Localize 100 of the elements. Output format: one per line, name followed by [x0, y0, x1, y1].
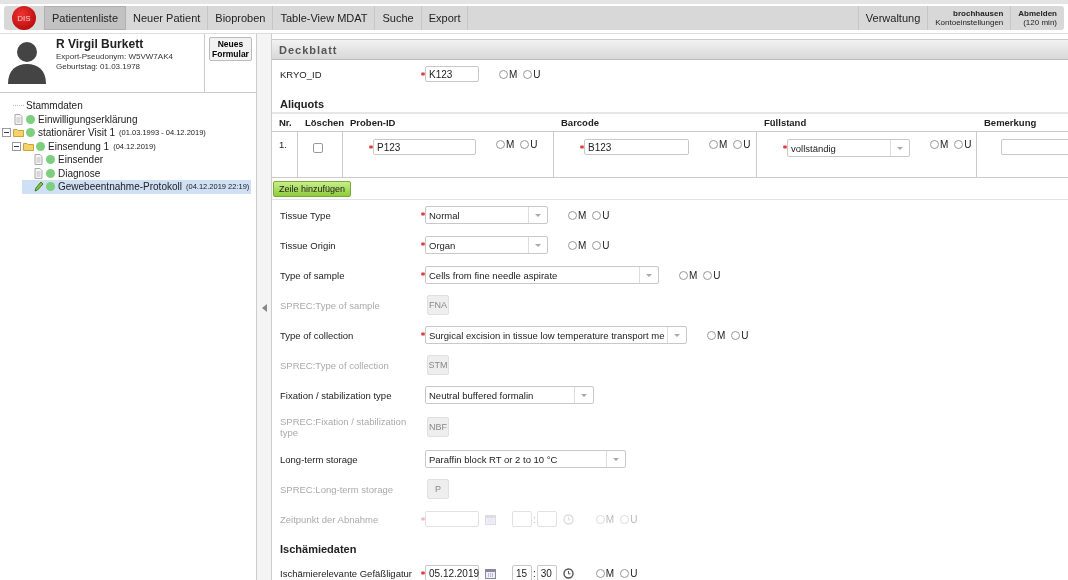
- code-field: STM: [427, 355, 449, 375]
- nav-tab[interactable]: Verwaltung: [857, 6, 928, 30]
- nav-tab[interactable]: Patientenliste: [44, 6, 127, 30]
- app-logo[interactable]: DIS: [12, 6, 36, 30]
- date-field[interactable]: [425, 511, 479, 527]
- field-label: Type of collection: [280, 329, 355, 341]
- pencil-icon: [33, 181, 44, 193]
- radio-button[interactable]: M: [930, 139, 949, 150]
- collapse-icon[interactable]: [2, 128, 11, 138]
- table-cell: 1.: [279, 139, 287, 150]
- column-header: Proben-ID: [349, 117, 397, 128]
- radio-button[interactable]: M: [679, 269, 698, 281]
- radio-button[interactable]: U: [620, 567, 638, 579]
- text-field[interactable]: P123: [373, 139, 476, 155]
- document-icon: [33, 167, 44, 179]
- text-field[interactable]: K123: [425, 66, 479, 82]
- code-field: NBF: [427, 417, 449, 437]
- field-label: Ischämierelevante Gefäßligatur: [280, 567, 413, 579]
- logout-button[interactable]: Abmelden (120 min): [1010, 6, 1064, 30]
- collapse-arrow-icon[interactable]: [261, 304, 267, 312]
- field-label: SPREC:Fixation / stabilization type: [280, 416, 408, 438]
- tree-item[interactable]: Diagnose: [22, 166, 256, 180]
- add-row-button[interactable]: Zeile hinzufügen: [273, 181, 352, 197]
- folder-icon: [13, 127, 24, 139]
- nav-tab[interactable]: Bioproben: [208, 6, 274, 30]
- field-label: SPREC:Type of sample: [280, 299, 381, 311]
- radio-button[interactable]: M: [595, 567, 615, 579]
- field-label: Tissue Type: [280, 209, 332, 221]
- status-dot: [26, 128, 35, 138]
- section-heading: Ischämiedaten: [279, 542, 358, 557]
- radio-button[interactable]: M: [499, 68, 518, 80]
- select-field[interactable]: Surgical excision in tissue low temperature transport me: [425, 326, 687, 344]
- field-label: Tissue Origin: [280, 239, 337, 251]
- minute-field[interactable]: 30: [536, 565, 557, 580]
- field-label: KRYO_ID: [280, 68, 323, 80]
- column-header: Nr.: [278, 117, 293, 128]
- code-field: FNA: [427, 295, 449, 315]
- status-dot: [46, 155, 55, 165]
- tree-item[interactable]: Stammdaten: [2, 99, 256, 113]
- field-label: Long-term storage: [280, 453, 359, 465]
- tree-item[interactable]: Einsender: [22, 153, 256, 167]
- clock-icon[interactable]: [562, 567, 574, 579]
- document-icon: [33, 154, 44, 166]
- select-field[interactable]: Neutral buffered formalin: [425, 386, 594, 404]
- minute-field[interactable]: [536, 511, 557, 527]
- radio-button[interactable]: U: [954, 139, 972, 150]
- patient-pseudonym: Export-Pseudonym: W5VW7AK4: [56, 52, 174, 61]
- status-dot: [46, 168, 55, 178]
- text-field[interactable]: B123: [584, 139, 689, 155]
- calendar-icon[interactable]: [485, 567, 496, 579]
- status-dot: [26, 114, 35, 124]
- column-header: Bemerkung: [983, 117, 1038, 128]
- column-header: Füllstand: [763, 117, 808, 128]
- nav-tab[interactable]: Export: [421, 6, 469, 30]
- status-dot: [36, 141, 45, 151]
- field-label: Zeitpunkt der Abnahme: [280, 513, 380, 525]
- document-icon: [13, 113, 24, 125]
- nav-tab[interactable]: Suche: [375, 6, 422, 30]
- radio-button[interactable]: M: [568, 209, 587, 221]
- radio-button[interactable]: U: [731, 329, 749, 341]
- radio-button[interactable]: U: [703, 269, 721, 281]
- time-separator: :: [533, 567, 536, 579]
- select-field[interactable]: Normal: [425, 206, 548, 224]
- nav-tab[interactable]: Table-View MDAT: [273, 6, 376, 30]
- column-header: Löschen: [304, 117, 343, 128]
- section-heading: Aliquots: [279, 97, 325, 112]
- radio-button[interactable]: U: [520, 139, 538, 150]
- select-field[interactable]: Organ: [425, 236, 548, 254]
- field-label: SPREC:Type of collection: [280, 359, 390, 371]
- nav-tab[interactable]: Neuer Patient: [126, 6, 209, 30]
- radio-button[interactable]: M: [709, 139, 728, 150]
- collapse-icon[interactable]: [12, 141, 21, 151]
- radio-button[interactable]: M: [568, 239, 587, 251]
- patient-birthday: Geburtstag: 01.03.1978: [56, 62, 142, 71]
- radio-button[interactable]: U: [523, 68, 541, 80]
- radio-button[interactable]: M: [496, 139, 515, 150]
- hour-field[interactable]: 15: [512, 565, 532, 580]
- select-field[interactable]: Paraffin block RT or 2 to 10 °C: [425, 450, 626, 468]
- radio-button[interactable]: U: [592, 239, 610, 251]
- select-field[interactable]: Cells from fine needle aspirate: [425, 266, 659, 284]
- field-label: Fixation / stabilization type: [280, 389, 393, 401]
- field-label: SPREC:Long-term storage: [280, 483, 394, 495]
- column-header: Barcode: [560, 117, 600, 128]
- radio-button[interactable]: M: [707, 329, 726, 341]
- folder-icon: [23, 140, 34, 152]
- hour-field[interactable]: [512, 511, 532, 527]
- patient-name: R Virgil Burkett: [56, 37, 145, 51]
- tree-item[interactable]: Einwilligungserklärung: [2, 112, 256, 126]
- checkbox[interactable]: [313, 143, 323, 153]
- time-separator: :: [533, 513, 536, 525]
- status-dot: [46, 182, 55, 192]
- radio-button[interactable]: U: [733, 139, 751, 150]
- account-button[interactable]: brochhausen Kontoeinstellungen: [927, 6, 1011, 30]
- code-field: P: [427, 479, 449, 499]
- section-title: Deckblatt: [272, 39, 1068, 60]
- radio-button[interactable]: U: [592, 209, 610, 221]
- select-field[interactable]: vollständig: [787, 139, 910, 157]
- date-field[interactable]: 05.12.2019: [425, 565, 479, 580]
- new-form-button[interactable]: Neues Formular: [209, 37, 252, 61]
- field-label: Type of sample: [280, 269, 346, 281]
